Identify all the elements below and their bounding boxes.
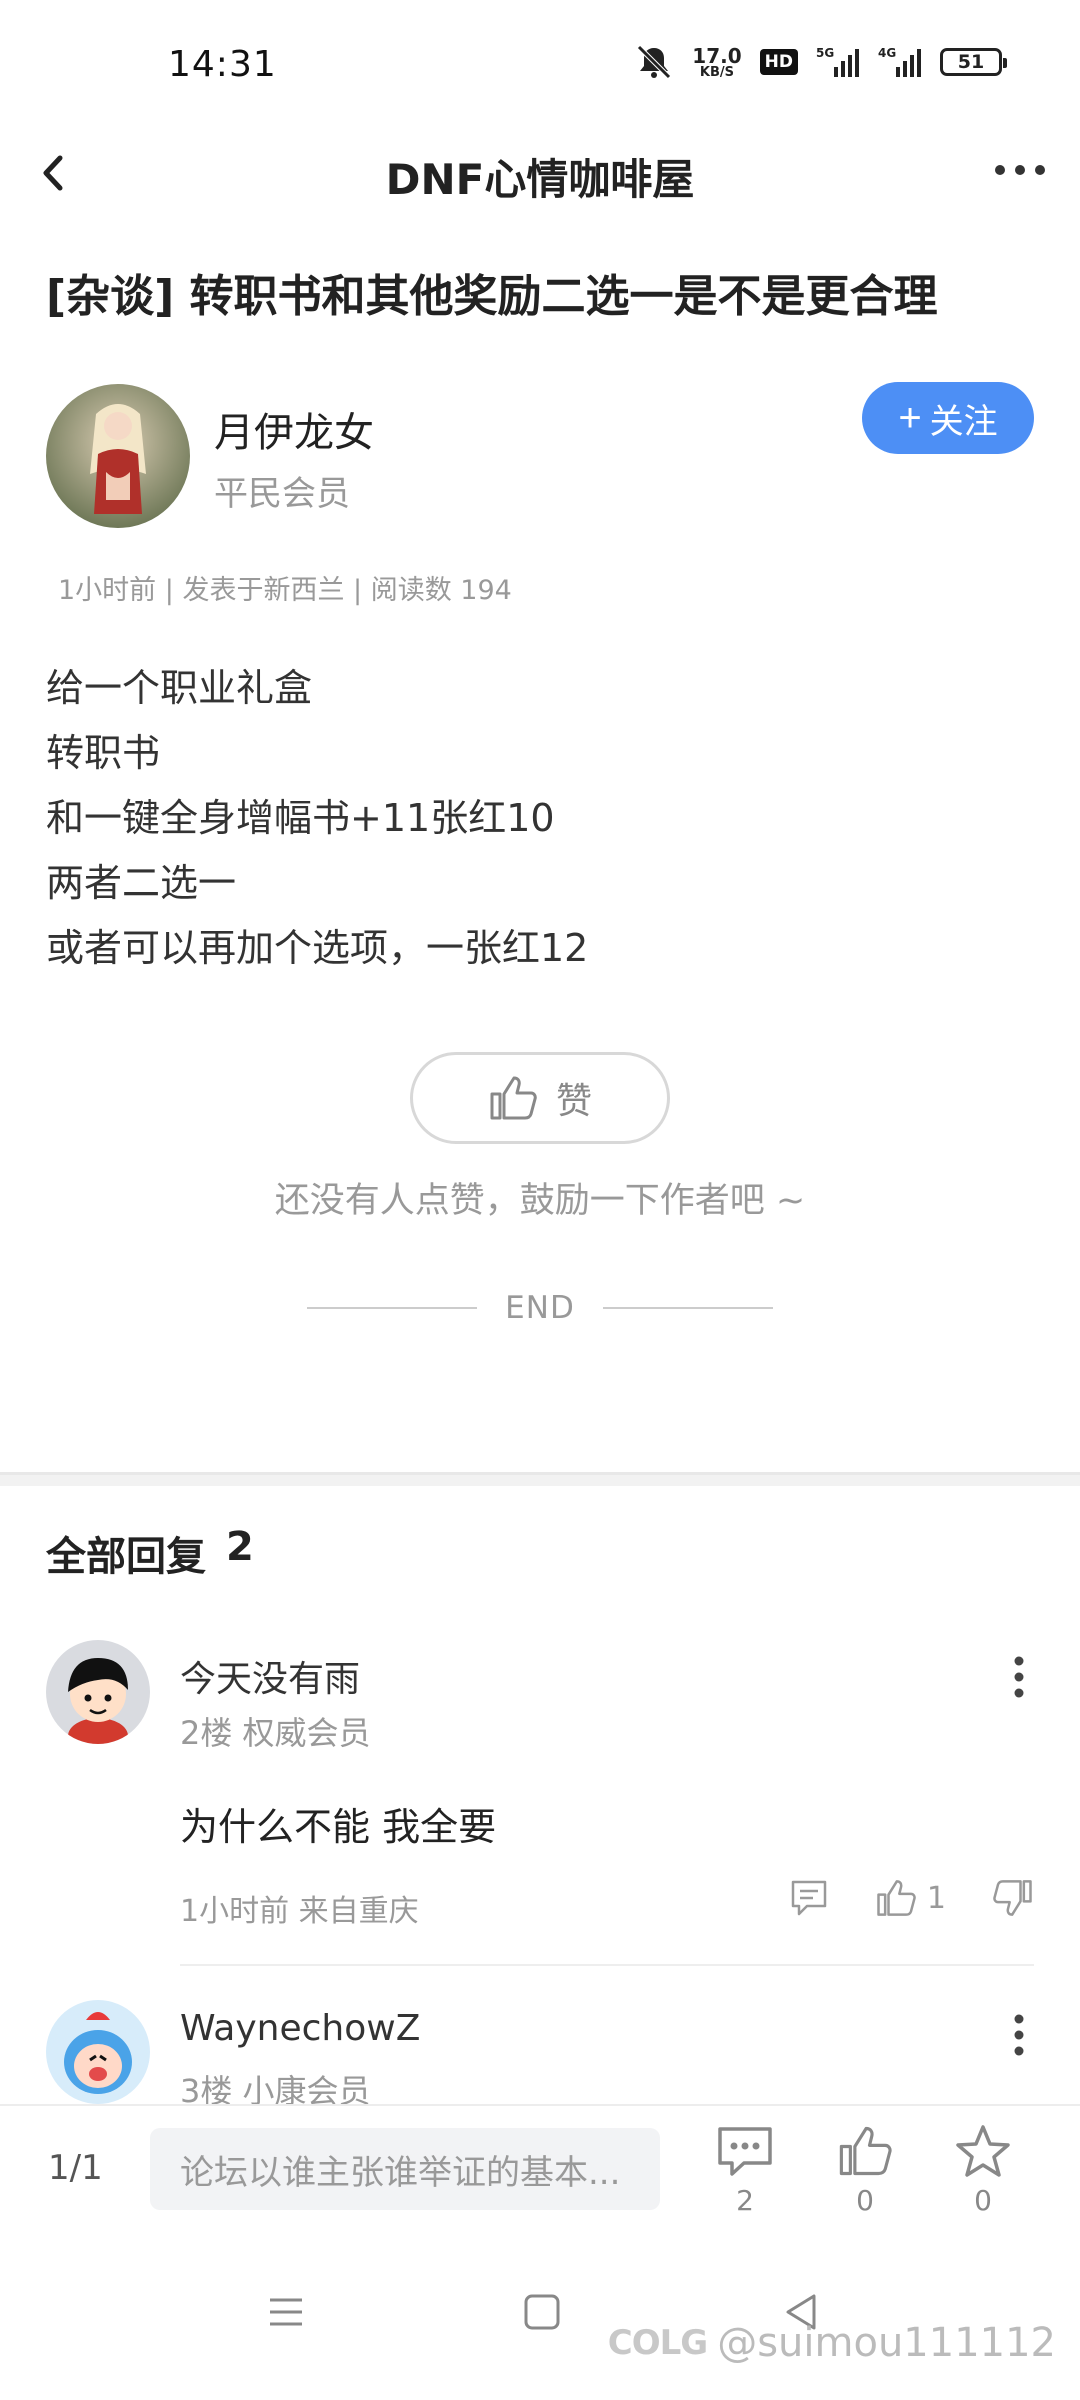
favorite-button[interactable]: 0	[938, 2124, 1028, 2217]
status-time: 14:31	[168, 44, 277, 85]
status-bar: 14:31 17.0 KB/S HD 5G 4G 51	[0, 0, 1080, 130]
like-hint: 还没有人点赞，鼓励一下作者吧 ~	[274, 1181, 806, 1221]
comment-icon	[791, 1880, 827, 1916]
like-button[interactable]: 0	[820, 2124, 910, 2217]
chevron-left-icon	[43, 155, 63, 191]
network-speed: 17.0 KB/S	[692, 43, 742, 80]
like-label: 赞	[555, 1081, 592, 1122]
end-line-left	[307, 1307, 478, 1309]
comment-icon	[718, 2127, 772, 2176]
signal-4g-icon: 4G	[878, 45, 922, 79]
comments-count: 2	[736, 2184, 754, 2217]
back-button[interactable]	[34, 148, 74, 198]
reply-time-location: 1小时前 来自重庆	[180, 1894, 419, 1929]
post-body-line: 和一键全身增幅书+11张红10	[46, 796, 555, 840]
watermark-handle: @suimou111112	[717, 2320, 1056, 2366]
reply-input[interactable]: 论坛以谁主张谁举证的基本...	[150, 2128, 660, 2210]
signal-5g-icon: 5G	[816, 45, 860, 79]
favorite-count: 0	[974, 2184, 992, 2217]
reply-actions: 1	[743, 1878, 1034, 1918]
end-line-right	[602, 1307, 773, 1309]
section-divider	[0, 1472, 1080, 1486]
reply-floor-level: 2楼 权威会员	[180, 1714, 371, 1752]
reply-item: WaynechowZ 3楼 小康会员	[0, 1996, 1080, 2110]
battery-indicator: 51	[940, 48, 1007, 76]
more-button[interactable]	[990, 150, 1050, 190]
reply-separator	[180, 1964, 1034, 1966]
more-vertical-icon	[1014, 1656, 1024, 1698]
reply-avatar[interactable]	[46, 2000, 150, 2104]
like-count: 0	[856, 2184, 874, 2217]
forum-title: DNF心情咖啡屋	[385, 155, 695, 204]
star-icon	[956, 2125, 1010, 2177]
like-post-button[interactable]: 赞	[410, 1052, 670, 1144]
replies-count: 2	[226, 1524, 254, 1570]
reply-avatar[interactable]	[46, 1640, 150, 1744]
follow-label: 关注	[929, 402, 998, 441]
hd-badge: HD	[759, 49, 798, 75]
thumbs-up-icon	[490, 1076, 537, 1120]
follow-button[interactable]: + 关注	[862, 382, 1034, 454]
reply-author-name[interactable]: 今天没有雨	[180, 1650, 360, 1702]
post-body-line: 两者二选一	[46, 861, 237, 905]
end-marker: END	[0, 1290, 1080, 1326]
reply-more-button[interactable]	[1004, 2010, 1034, 2060]
plus-icon: +	[898, 396, 922, 440]
reply-author-name[interactable]: WaynechowZ	[180, 2008, 420, 2049]
square-icon	[524, 2294, 560, 2330]
post-body-line: 转职书	[46, 731, 161, 775]
end-label: END	[505, 1290, 575, 1326]
menu-icon	[270, 2298, 302, 2326]
reply-dislike-button[interactable]	[992, 1878, 1034, 1918]
author-name[interactable]: 月伊龙女	[214, 400, 374, 458]
reply-like-count: 1	[926, 1880, 946, 1916]
comments-button[interactable]: 2	[700, 2124, 790, 2217]
status-icons: 17.0 KB/S HD 5G 4G 51	[634, 43, 1007, 80]
watermark: COLG @suimou111112	[608, 2320, 1056, 2366]
more-vertical-icon	[1014, 2014, 1024, 2056]
svg-text:4G: 4G	[878, 46, 896, 60]
page-indicator[interactable]: 1/1	[48, 2148, 103, 2188]
watermark-logo: COLG	[607, 2323, 708, 2363]
svg-text:5G: 5G	[816, 46, 834, 60]
more-horizontal-icon	[995, 165, 1045, 175]
author-level: 平民会员	[214, 474, 350, 514]
reply-item: 今天没有雨 2楼 权威会员 为什么不能 我全要 1小时前 来自重庆 1	[0, 1640, 1080, 1970]
replies-header: 全部回复 2	[46, 1524, 254, 1582]
reply-text: 为什么不能 我全要	[180, 1805, 497, 1849]
thumbs-up-icon	[877, 1880, 916, 1916]
reply-like-button[interactable]: 1	[875, 1878, 946, 1918]
author-avatar[interactable]	[46, 384, 190, 528]
post-body-line: 给一个职业礼盒	[46, 666, 313, 710]
post-body: 给一个职业礼盒 转职书 和一键全身增幅书+11张红10 两者二选一 或者可以再加…	[46, 656, 1036, 981]
bottom-action-bar: 1/1 论坛以谁主张谁举证的基本... 2 0 0	[0, 2104, 1080, 2234]
replies-header-label: 全部回复	[46, 1534, 206, 1580]
home-button[interactable]	[520, 2290, 564, 2338]
recents-button[interactable]	[264, 2290, 308, 2338]
thumbs-down-icon	[993, 1880, 1032, 1916]
mute-bell-icon	[634, 44, 674, 80]
post-body-line: 或者可以再加个选项，一张红12	[46, 926, 589, 970]
post-title: [杂谈] 转职书和其他奖励二选一是不是更合理	[46, 271, 938, 322]
thumbs-up-icon	[839, 2126, 892, 2176]
post-meta: 1小时前 | 发表于新西兰 | 阅读数 194	[58, 575, 512, 606]
reply-comment-button[interactable]	[789, 1878, 829, 1918]
reply-more-button[interactable]	[1004, 1652, 1034, 1702]
